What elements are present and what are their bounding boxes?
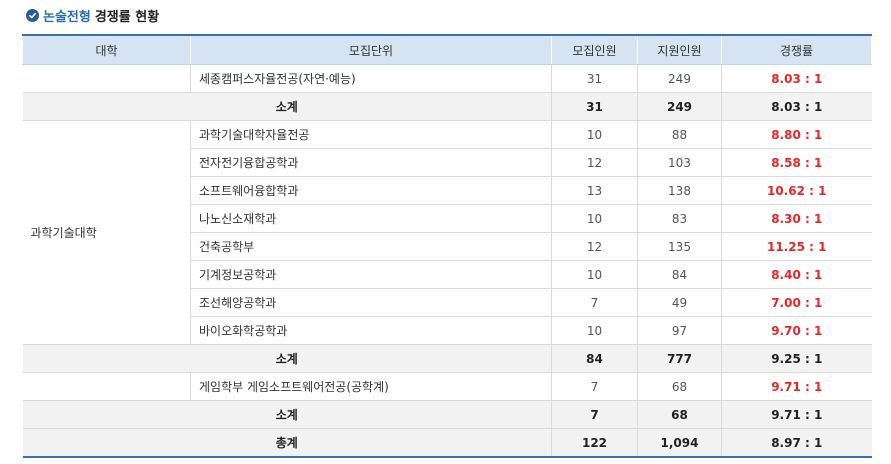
col-header-quota: 모집인원 [551, 34, 638, 65]
quota-cell: 31 [551, 64, 638, 93]
unit-cell: 바이오화학공학과 [190, 316, 552, 345]
subtotal-quota: 31 [551, 92, 638, 121]
total-label: 총계 [22, 428, 552, 458]
unit-cell: 건축공학부 [190, 232, 552, 261]
univ-cell [22, 64, 191, 93]
total-row: 총계 122 1,094 8.97 : 1 [22, 428, 872, 458]
subtotal-row: 소계 31 249 8.03 : 1 [22, 92, 872, 121]
subtotal-ratio: 9.25 : 1 [721, 344, 872, 373]
check-circle-icon [26, 9, 39, 22]
section-heading: 논술전형 경쟁률 현황 [26, 6, 159, 25]
unit-cell: 조선해양공학과 [190, 288, 552, 317]
table-row: 세종캠퍼스자율전공(자연·예능) 31 249 8.03 : 1 [22, 64, 872, 93]
ratio-cell: 11.25 : 1 [721, 232, 872, 261]
unit-cell: 세종캠퍼스자율전공(자연·예능) [190, 64, 552, 93]
heading-title: 경쟁률 현황 [94, 10, 160, 25]
applicants-cell: 49 [637, 288, 722, 317]
unit-cell: 나노신소재학과 [190, 204, 552, 233]
ratio-cell: 7.00 : 1 [721, 288, 872, 317]
subtotal-applicants: 249 [637, 92, 722, 121]
unit-cell: 소프트웨어융합학과 [190, 176, 552, 205]
subtotal-label: 소계 [22, 344, 552, 373]
ratio-cell: 8.40 : 1 [721, 260, 872, 289]
subtotal-label: 소계 [22, 92, 552, 121]
applicants-cell: 88 [637, 120, 722, 149]
col-header-univ: 대학 [22, 34, 191, 65]
applicants-cell: 103 [637, 148, 722, 177]
table-row: 게임학부 게임소프트웨어전공(공학계) 7 68 9.71 : 1 [22, 372, 872, 401]
applicants-cell: 249 [637, 64, 722, 93]
subtotal-quota: 7 [551, 400, 638, 429]
univ-cell [22, 372, 191, 401]
ratio-cell: 8.58 : 1 [721, 148, 872, 177]
ratio-cell: 9.71 : 1 [721, 372, 872, 401]
applicants-cell: 83 [637, 204, 722, 233]
quota-cell: 12 [551, 148, 638, 177]
col-header-ratio: 경쟁률 [721, 34, 872, 65]
applicants-cell: 84 [637, 260, 722, 289]
col-header-applicants: 지원인원 [637, 34, 722, 65]
ratio-cell: 8.80 : 1 [721, 120, 872, 149]
subtotal-label: 소계 [22, 400, 552, 429]
subtotal-quota: 84 [551, 344, 638, 373]
competition-rate-table: 대학 모집단위 모집인원 지원인원 경쟁률 세종캠퍼스자율전공(자연·예능) 3… [22, 34, 872, 458]
table-header-row: 대학 모집단위 모집인원 지원인원 경쟁률 [22, 34, 872, 65]
quota-cell: 10 [551, 260, 638, 289]
subtotal-ratio: 9.71 : 1 [721, 400, 872, 429]
quota-cell: 12 [551, 232, 638, 261]
unit-cell: 게임학부 게임소프트웨어전공(공학계) [190, 372, 552, 401]
table-row: 과학기술대학 과학기술대학자율전공 10 88 8.80 : 1 [22, 120, 872, 345]
total-quota: 122 [551, 428, 638, 458]
total-ratio: 8.97 : 1 [721, 428, 872, 458]
subtotal-row: 소계 84 777 9.25 : 1 [22, 344, 872, 373]
ratio-cell: 10.62 : 1 [721, 176, 872, 205]
subtotal-applicants: 777 [637, 344, 722, 373]
quota-cell: 10 [551, 204, 638, 233]
ratio-cell: 9.70 : 1 [721, 316, 872, 345]
quota-cell: 7 [551, 372, 638, 401]
quota-cell: 10 [551, 120, 638, 149]
subtotal-ratio: 8.03 : 1 [721, 92, 872, 121]
applicants-cell: 135 [637, 232, 722, 261]
ratio-cell: 8.30 : 1 [721, 204, 872, 233]
col-header-unit: 모집단위 [190, 34, 552, 65]
heading-accent: 논술전형 [43, 10, 91, 25]
total-applicants: 1,094 [637, 428, 722, 458]
subtotal-applicants: 68 [637, 400, 722, 429]
quota-cell: 13 [551, 176, 638, 205]
unit-cell: 전자전기융합공학과 [190, 148, 552, 177]
quota-cell: 7 [551, 288, 638, 317]
unit-cell: 과학기술대학자율전공 [190, 120, 552, 149]
ratio-cell: 8.03 : 1 [721, 64, 872, 93]
univ-cell: 과학기술대학 [22, 120, 191, 345]
subtotal-row: 소계 7 68 9.71 : 1 [22, 400, 872, 429]
quota-cell: 10 [551, 316, 638, 345]
applicants-cell: 97 [637, 316, 722, 345]
applicants-cell: 138 [637, 176, 722, 205]
unit-cell: 기계정보공학과 [190, 260, 552, 289]
applicants-cell: 68 [637, 372, 722, 401]
